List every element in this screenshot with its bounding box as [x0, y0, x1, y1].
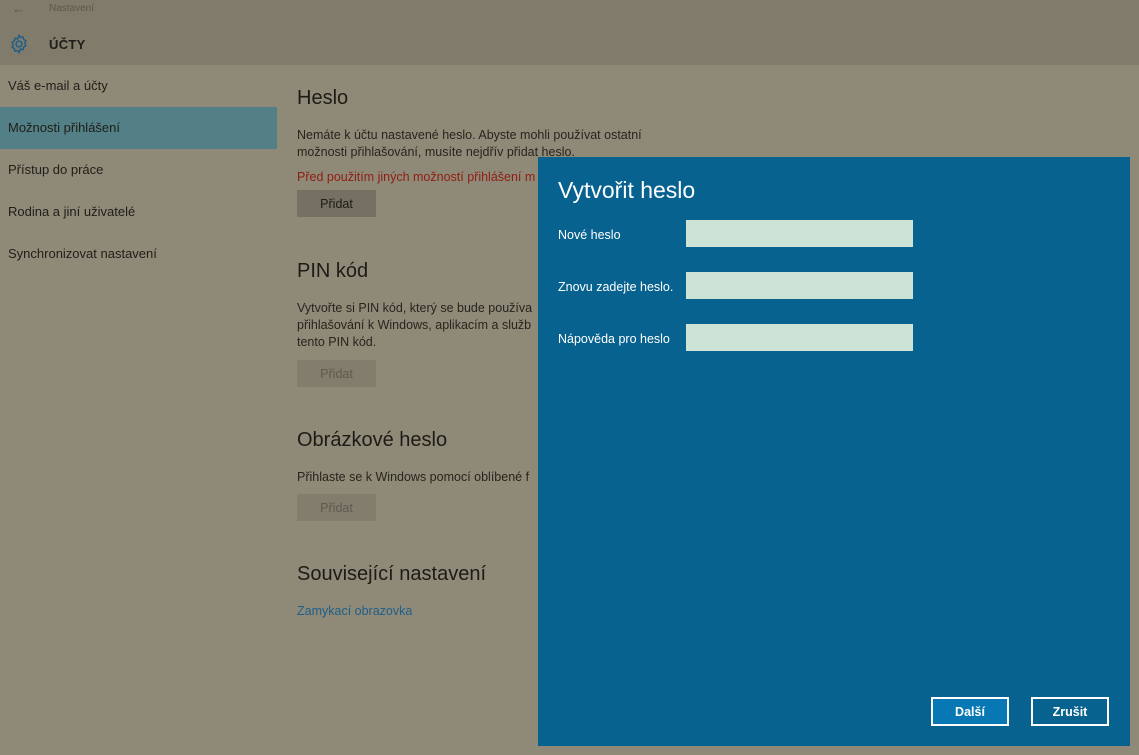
next-button[interactable]: Další: [931, 697, 1009, 726]
password-heading: Heslo: [297, 87, 349, 109]
lock-screen-link[interactable]: Zamykací obrazovka: [297, 604, 412, 618]
pin-heading: PIN kód: [297, 260, 369, 282]
sidebar-item-family-users[interactable]: Rodina a jiní uživatelé: [0, 191, 277, 233]
gear-icon: [11, 33, 27, 55]
picture-password-heading: Obrázkové heslo: [297, 429, 448, 451]
sidebar-item-sign-in-options[interactable]: Možnosti přihlášení: [0, 107, 277, 149]
section-title: ÚČTY: [49, 37, 86, 52]
sidebar-item-work-access[interactable]: Přístup do práce: [0, 149, 277, 191]
sidebar: Váš e-mail a účty Možnosti přihlášení Př…: [0, 65, 277, 755]
confirm-password-field[interactable]: [686, 272, 913, 299]
sidebar-item-sync-settings[interactable]: Synchronizovat nastavení: [0, 233, 277, 275]
add-picture-password-button[interactable]: Přidat: [297, 494, 376, 521]
add-pin-button[interactable]: Přidat: [297, 360, 376, 387]
password-hint-label: Nápověda pro heslo: [558, 332, 670, 346]
confirm-password-label: Znovu zadejte heslo.: [558, 280, 674, 294]
password-description: Nemáte k účtu nastavené heslo. Abyste mo…: [297, 128, 642, 159]
back-arrow-icon[interactable]: ←: [12, 1, 25, 16]
password-warning: Před použitím jiných možností přihlášení…: [297, 170, 536, 184]
dialog-title: Vytvořit heslo: [558, 177, 696, 203]
sidebar-item-email-accounts[interactable]: Váš e-mail a účty: [0, 65, 277, 107]
add-password-button[interactable]: Přidat: [297, 190, 376, 217]
create-password-dialog: Vytvořit heslo Nové heslo Znovu zadejte …: [538, 157, 1130, 746]
title-bar: ← Nastavení ÚČTY: [0, 0, 1139, 65]
related-settings-heading: Související nastavení: [297, 563, 486, 585]
cancel-button[interactable]: Zrušit: [1031, 697, 1109, 726]
new-password-label: Nové heslo: [558, 228, 621, 242]
new-password-field[interactable]: [686, 220, 913, 247]
window-title: Nastavení: [49, 3, 95, 14]
password-hint-field[interactable]: [686, 324, 913, 351]
